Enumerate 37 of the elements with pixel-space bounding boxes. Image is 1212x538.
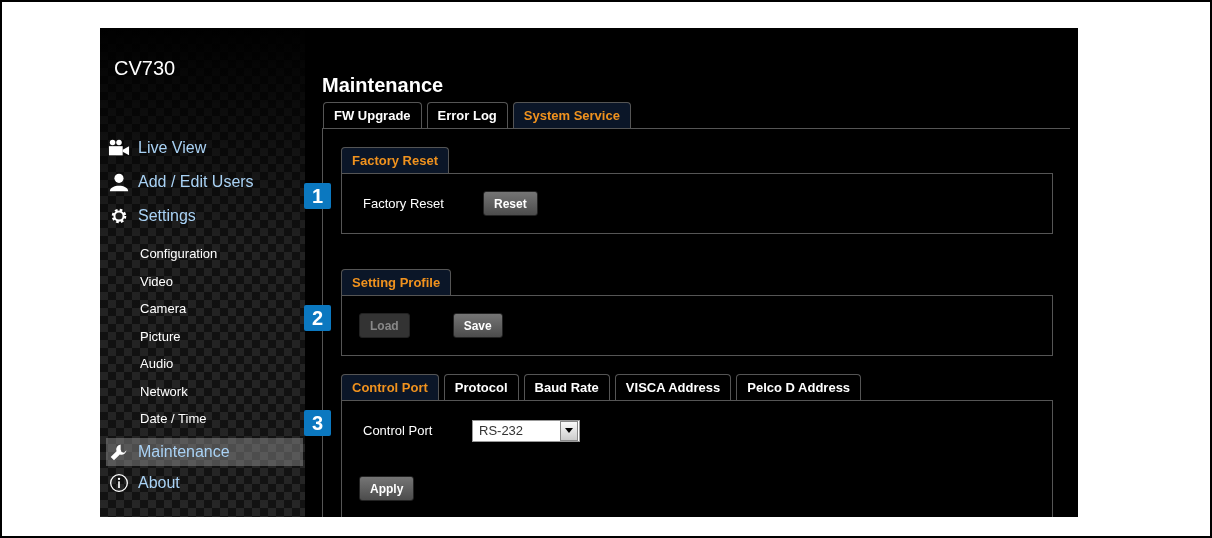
callout-badge: 1 [304, 183, 331, 209]
caret-icon [560, 420, 578, 441]
user-icon [108, 172, 130, 192]
nav-item[interactable]: Maintenance [106, 437, 303, 466]
callout-badge: 2 [304, 305, 331, 331]
tab[interactable]: System Service [512, 102, 631, 128]
nav-item[interactable]: Add / Edit Users [100, 165, 305, 199]
dropdown-field[interactable]: RS-232 [472, 419, 580, 442]
info-icon [108, 472, 130, 493]
nav-subitem[interactable]: Video [100, 267, 305, 295]
nav-subitem[interactable]: Date / Time [100, 405, 305, 433]
nav-subitem[interactable]: Configuration [100, 240, 305, 268]
nav-subitem[interactable]: Picture [100, 322, 305, 350]
action-button[interactable]: Apply [359, 476, 415, 501]
tab[interactable]: Setting Profile [341, 269, 452, 295]
action-button[interactable]: Reset [483, 191, 538, 216]
page-title: Maintenance [322, 73, 445, 97]
product-name: CV730 [113, 56, 177, 80]
tab[interactable]: Factory Reset [341, 147, 449, 173]
tab[interactable]: Pelco D Address [736, 374, 862, 400]
nav-subitem[interactable]: Audio [100, 350, 305, 378]
action-button[interactable]: Save [452, 313, 503, 338]
nav-item[interactable]: Settings [100, 199, 305, 233]
tab[interactable]: Baud Rate [523, 374, 610, 400]
tab[interactable]: Control Port [341, 374, 439, 400]
nav-item[interactable]: Live View [100, 131, 305, 165]
field-label: Factory Reset [363, 196, 445, 211]
nav-subitem[interactable]: Camera [100, 295, 305, 323]
nav-subitem[interactable]: Network [100, 377, 305, 405]
tab[interactable]: FW Upgrade [323, 102, 422, 128]
tab[interactable]: Protocol [443, 374, 519, 400]
tab[interactable]: VISCA Address [614, 374, 732, 400]
tab[interactable]: Error Log [426, 102, 508, 128]
video-camera-icon [108, 138, 130, 158]
callout-badge: 3 [304, 410, 331, 436]
field-label: Control Port [363, 423, 434, 438]
nav-item[interactable]: About [100, 465, 305, 500]
